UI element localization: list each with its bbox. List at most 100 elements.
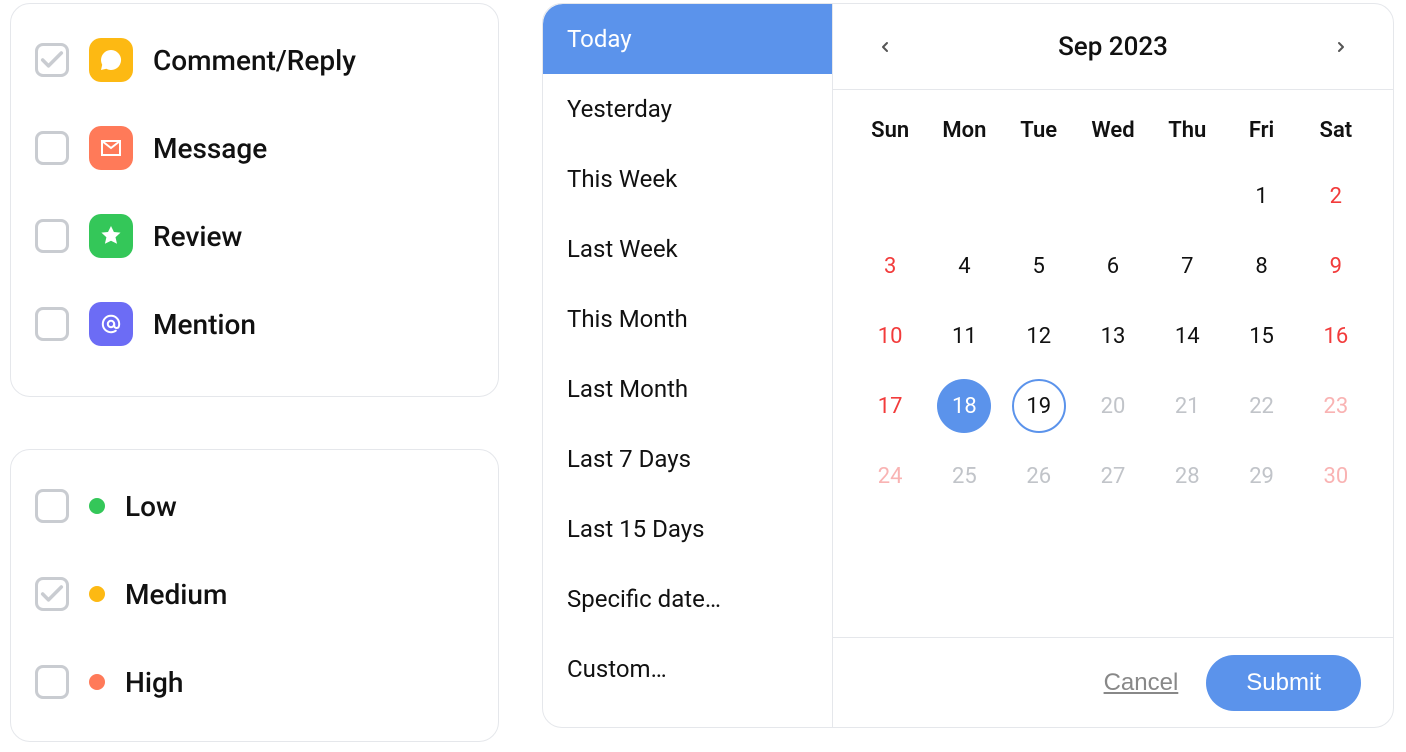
- priority-dot-medium-icon: [89, 586, 105, 602]
- checkbox-priority-medium[interactable]: [35, 577, 69, 611]
- checkbox-mention[interactable]: [35, 307, 69, 341]
- priority-label-low: Low: [125, 490, 177, 523]
- calendar-header: Sep 2023: [833, 4, 1393, 90]
- calendar-day-number: 18: [937, 379, 991, 433]
- calendar-day-5[interactable]: 5: [1002, 231, 1076, 301]
- calendar-day-number: 10: [863, 309, 917, 363]
- calendar-day-7[interactable]: 7: [1150, 231, 1224, 301]
- calendar-day-10[interactable]: 10: [853, 301, 927, 371]
- calendar-panel: Sep 2023 SunMonTueWedThuFriSat 123456789…: [833, 4, 1393, 727]
- type-row-mention[interactable]: Mention: [35, 296, 474, 352]
- weekday-mon: Mon: [927, 118, 1001, 161]
- calendar-day-number: 8: [1235, 239, 1289, 293]
- type-label-message: Message: [153, 132, 267, 165]
- weekday-fri: Fri: [1224, 118, 1298, 161]
- calendar-day-number: 20: [1086, 379, 1140, 433]
- calendar-day-30: 30: [1299, 441, 1373, 511]
- calendar-day-number: 12: [1012, 309, 1066, 363]
- priority-row-medium[interactable]: Medium: [35, 566, 474, 622]
- calendar-day-23: 23: [1299, 371, 1373, 441]
- calendar-day-number: 26: [1012, 449, 1066, 503]
- calendar-day-16[interactable]: 16: [1299, 301, 1373, 371]
- star-icon: [89, 214, 133, 258]
- date-presets-list: TodayYesterdayThis WeekLast WeekThis Mon…: [543, 4, 833, 727]
- calendar-day-9[interactable]: 9: [1299, 231, 1373, 301]
- calendar-day-24: 24: [853, 441, 927, 511]
- calendar-day-19[interactable]: 19: [1002, 371, 1076, 441]
- type-row-comment[interactable]: Comment/Reply: [35, 32, 474, 88]
- calendar-day-number: 23: [1309, 379, 1363, 433]
- date-preset-yesterday[interactable]: Yesterday: [543, 74, 832, 144]
- type-label-review: Review: [153, 220, 242, 253]
- calendar-day-number: 13: [1086, 309, 1140, 363]
- priority-label-high: High: [125, 666, 183, 699]
- checkbox-comment[interactable]: [35, 43, 69, 77]
- calendar-day-27: 27: [1076, 441, 1150, 511]
- calendar-day-number: 28: [1160, 449, 1214, 503]
- calendar-day-13[interactable]: 13: [1076, 301, 1150, 371]
- filter-priority-card: Low Medium High: [10, 449, 499, 742]
- calendar-week-row: 101112 13 14 1516: [853, 301, 1373, 371]
- calendar-day-number: 4: [937, 239, 991, 293]
- calendar-month-label: Sep 2023: [1058, 32, 1168, 62]
- calendar-day-number: 3: [863, 239, 917, 293]
- calendar-weekday-row: SunMonTueWedThuFriSat: [853, 118, 1373, 161]
- checkbox-priority-high[interactable]: [35, 665, 69, 699]
- weekday-sun: Sun: [853, 118, 927, 161]
- calendar-day-number: 30: [1309, 449, 1363, 503]
- date-preset-last-15-days[interactable]: Last 15 Days: [543, 494, 832, 564]
- priority-row-high[interactable]: High: [35, 654, 474, 710]
- calendar-day-number: 21: [1160, 379, 1214, 433]
- calendar-day-17[interactable]: 17: [853, 371, 927, 441]
- checkbox-message[interactable]: [35, 131, 69, 165]
- comment-icon: [89, 38, 133, 82]
- date-preset-last-month[interactable]: Last Month: [543, 354, 832, 424]
- date-preset-this-month[interactable]: This Month: [543, 284, 832, 354]
- date-preset-last-week[interactable]: Last Week: [543, 214, 832, 284]
- calendar-day-14[interactable]: 14: [1150, 301, 1224, 371]
- calendar-day-number: 27: [1086, 449, 1140, 503]
- date-preset-last-7-days[interactable]: Last 7 Days: [543, 424, 832, 494]
- priority-label-medium: Medium: [125, 578, 227, 611]
- calendar-day-number: 9: [1309, 239, 1363, 293]
- date-preset-custom[interactable]: Custom…: [543, 634, 832, 704]
- prev-month-button[interactable]: [869, 31, 901, 63]
- calendar-week-row: 12: [853, 161, 1373, 231]
- calendar-day-11[interactable]: 11: [927, 301, 1001, 371]
- calendar-day-15[interactable]: 15: [1224, 301, 1298, 371]
- calendar-day-2[interactable]: 2: [1299, 161, 1373, 231]
- calendar-day-number: 1: [1235, 169, 1289, 223]
- date-preset-today[interactable]: Today: [543, 4, 832, 74]
- submit-button[interactable]: Submit: [1206, 655, 1361, 711]
- date-preset-this-week[interactable]: This Week: [543, 144, 832, 214]
- type-row-message[interactable]: Message: [35, 120, 474, 176]
- calendar-day-4[interactable]: 4: [927, 231, 1001, 301]
- calendar-week-row: 17181920 21 22 23: [853, 371, 1373, 441]
- calendar-day-number: 14: [1160, 309, 1214, 363]
- checkbox-priority-low[interactable]: [35, 489, 69, 523]
- calendar-day-3[interactable]: 3: [853, 231, 927, 301]
- next-month-button[interactable]: [1325, 31, 1357, 63]
- calendar-day-18[interactable]: 18: [927, 371, 1001, 441]
- calendar-grid: 1234567891011121314151617181920212223242…: [853, 161, 1373, 511]
- checkbox-review[interactable]: [35, 219, 69, 253]
- calendar-day-number: 22: [1235, 379, 1289, 433]
- calendar-day-number: 7: [1160, 239, 1214, 293]
- weekday-thu: Thu: [1150, 118, 1224, 161]
- calendar-week-row: 3456789: [853, 231, 1373, 301]
- calendar-day-number: 15: [1235, 309, 1289, 363]
- calendar-day-22: 22: [1224, 371, 1298, 441]
- calendar-day-1[interactable]: 1: [1224, 161, 1298, 231]
- calendar-day-25: 25: [927, 441, 1001, 511]
- calendar-day-8[interactable]: 8: [1224, 231, 1298, 301]
- calendar-day-12[interactable]: 12: [1002, 301, 1076, 371]
- priority-row-low[interactable]: Low: [35, 478, 474, 534]
- weekday-sat: Sat: [1299, 118, 1373, 161]
- type-row-review[interactable]: Review: [35, 208, 474, 264]
- calendar-day-6[interactable]: 6: [1076, 231, 1150, 301]
- cancel-button[interactable]: Cancel: [1104, 669, 1179, 697]
- calendar-week-row: 24252627282930: [853, 441, 1373, 511]
- calendar-day-empty: [853, 161, 927, 231]
- date-preset-specific-date[interactable]: Specific date…: [543, 564, 832, 634]
- calendar-day-20: 20: [1076, 371, 1150, 441]
